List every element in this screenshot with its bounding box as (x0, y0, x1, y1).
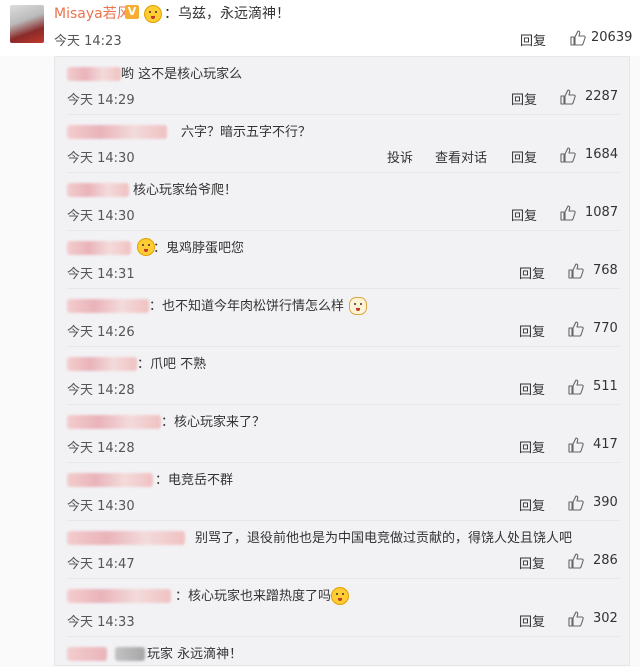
thumbs-up-icon[interactable] (568, 553, 584, 569)
thumbs-up-icon[interactable] (560, 89, 576, 105)
view-conversation-button[interactable]: 查看对话 (435, 147, 487, 166)
thumbs-up-icon[interactable] (568, 437, 584, 453)
reply-item: 玩家 永远滴神！ (55, 637, 629, 667)
reply-button[interactable]: 回复 (511, 205, 537, 224)
reply-button[interactable]: 回复 (519, 495, 545, 514)
reply-button[interactable]: 回复 (519, 437, 545, 456)
reply-timestamp: 今天 14:47 (67, 557, 135, 572)
blurred-username (67, 183, 129, 197)
thumbs-up-icon[interactable] (560, 147, 576, 163)
reply-text: 别骂了，退役前他也是为中国电竞做过贡献的，得饶人处且饶人吧 (195, 531, 573, 546)
reply-button[interactable]: 回复 (511, 89, 537, 108)
reply-button[interactable]: 回复 (519, 553, 545, 572)
report-button[interactable]: 投诉 (387, 147, 413, 166)
thumbs-up-icon[interactable] (570, 30, 586, 46)
reply-timestamp: 今天 14:33 (67, 615, 135, 630)
reply-text: ：爪吧 不熟 (137, 357, 207, 372)
reply-text: 哟 这不是核心玩家么 (121, 67, 243, 82)
reply-item: ：鬼鸡脖蛋吧您 今天 14:31 回复 768 (55, 231, 629, 289)
reply-item: 别骂了，退役前他也是为中国电竞做过贡献的，得饶人处且饶人吧 今天 14:47 回… (55, 521, 629, 579)
like-count: 511 (593, 379, 618, 394)
reply-item: ：电竞岳不群 今天 14:30 回复 390 (55, 463, 629, 521)
reply-button[interactable]: 回复 (519, 321, 545, 340)
reply-text: 玩家 永远滴神！ (147, 647, 243, 662)
blurred-username (67, 473, 153, 487)
reply-timestamp: 今天 14:28 (67, 441, 135, 456)
reply-item: 哟 这不是核心玩家么 今天 14:29 回复 2287 (55, 57, 629, 115)
reply-timestamp: 今天 14:28 (67, 383, 135, 398)
reply-item: 六字？暗示五字不行？ 今天 14:30 投诉 查看对话 回复 1684 (55, 115, 629, 173)
reply-timestamp: 今天 14:30 (67, 151, 135, 166)
comment-text: ：乌兹，永远滴神！ (164, 6, 290, 22)
reply-button[interactable]: 回复 (519, 611, 545, 630)
verified-badge-icon: V (125, 5, 139, 19)
blurred-username (67, 415, 161, 429)
like-count: 417 (593, 437, 618, 452)
reply-text: ：电竞岳不群 (155, 473, 234, 488)
reply-item: ：核心玩家也来蹭热度了吗 今天 14:33 回复 302 (55, 579, 629, 637)
scared-emoji-icon (331, 587, 349, 605)
reply-text: ：鬼鸡脖蛋吧您 (153, 241, 245, 256)
blurred-username (67, 589, 171, 603)
comment-username[interactable]: Misaya若风 (54, 3, 131, 23)
like-count: 770 (593, 321, 618, 336)
reply-timestamp: 今天 14:26 (67, 325, 135, 340)
thumbs-up-icon[interactable] (568, 495, 584, 511)
thumbs-up-icon[interactable] (568, 611, 584, 627)
thumbs-up-icon[interactable] (560, 205, 576, 221)
reply-timestamp: 今天 14:29 (67, 93, 135, 108)
blurred-username (67, 357, 137, 371)
reply-timestamp: 今天 14:30 (67, 209, 135, 224)
like-count: 1087 (585, 205, 619, 220)
blurred-username (67, 241, 131, 255)
thumbs-up-icon[interactable] (568, 379, 584, 395)
reply-button[interactable]: 回复 (519, 379, 545, 398)
blurred-username (67, 299, 149, 313)
like-count: 286 (593, 553, 618, 568)
blurred-username (67, 647, 107, 661)
reply-text: ：也不知道今年肉松饼行情怎么样 (149, 299, 345, 314)
reply-button[interactable]: 回复 (511, 147, 537, 166)
reply-text: ：核心玩家也来蹭热度了吗 (175, 589, 332, 604)
thumbs-up-icon[interactable] (568, 321, 584, 337)
like-count: 390 (593, 495, 618, 510)
reply-text: 六字？暗示五字不行？ (181, 125, 312, 140)
reply-text: 核心玩家给爷爬！ (133, 183, 238, 198)
comment-timestamp: 今天 14:23 (54, 34, 122, 49)
reply-button[interactable]: 回复 (520, 30, 546, 49)
like-count: 768 (593, 263, 618, 278)
blurred-username (67, 531, 185, 545)
reply-timestamp: 今天 14:30 (67, 499, 135, 514)
like-count: 302 (593, 611, 618, 626)
blurred-username (67, 67, 121, 81)
reply-timestamp: 今天 14:31 (67, 267, 135, 282)
reply-item: ：也不知道今年肉松饼行情怎么样 今天 14:26 回复 770 (55, 289, 629, 347)
like-count: 20639 (591, 30, 633, 45)
avatar[interactable] (10, 5, 44, 43)
main-comment: Misaya若风 V ：乌兹，永远滴神！ 今天 14:23 回复 20639 (0, 0, 640, 56)
reply-text: ：核心玩家来了？ (161, 415, 266, 430)
cat-emoji-icon (349, 297, 367, 315)
reply-button[interactable]: 回复 (519, 263, 545, 282)
blurred-username (67, 125, 167, 139)
reply-item: 核心玩家给爷爬！ 今天 14:30 回复 1087 (55, 173, 629, 231)
reply-list: 哟 这不是核心玩家么 今天 14:29 回复 2287 六字？暗示五字不行？ 今… (54, 56, 630, 666)
like-count: 2287 (585, 89, 619, 104)
reply-item: ：核心玩家来了？ 今天 14:28 回复 417 (55, 405, 629, 463)
thumbs-up-icon[interactable] (568, 263, 584, 279)
reply-item: ：爪吧 不熟 今天 14:28 回复 511 (55, 347, 629, 405)
smile-emoji-icon (144, 5, 162, 23)
blurred-username (115, 647, 145, 661)
like-count: 1684 (585, 147, 619, 162)
